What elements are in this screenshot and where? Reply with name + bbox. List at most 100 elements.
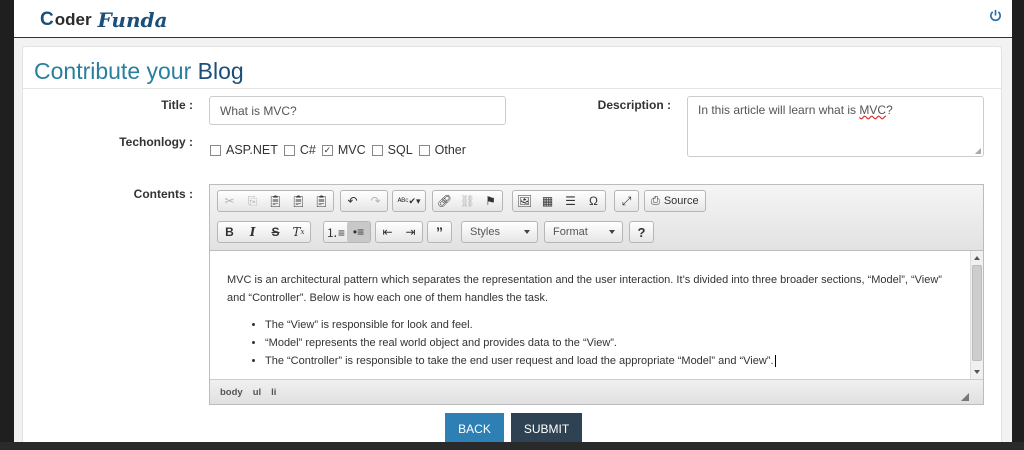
content-area: Contribute your Blog Title : Description… bbox=[14, 38, 1012, 446]
editor-toolbar: ✂ ⎘ 📋︎ 📋︎ 📋︎ ↶ ↷ ᴬᴮᶜ✔▾ 🔗︎ ⛓ ⚑ 🖼︎ ▦ ☰ Ω ⤢… bbox=[210, 185, 983, 251]
help-button[interactable]: ? bbox=[629, 221, 654, 243]
editor-paragraph: MVC is an architectural pattern which se… bbox=[227, 274, 942, 304]
source-button[interactable]: ⎙ Source bbox=[644, 190, 706, 212]
page-title-tail: Blog bbox=[197, 58, 244, 84]
tech-label-mvc: MVC bbox=[337, 143, 366, 157]
window-left-edge bbox=[0, 0, 14, 450]
clipboard-group: ✂ ⎘ 📋︎ 📋︎ 📋︎ bbox=[217, 190, 334, 212]
format-dropdown[interactable]: Format bbox=[544, 221, 623, 243]
brand-logo[interactable]: C oder Funda bbox=[40, 8, 167, 32]
indent-icon[interactable]: ⇥ bbox=[399, 222, 422, 242]
basic-styles-group: B I S Tx bbox=[217, 221, 311, 243]
list-item: The “Controller” is responsible to take … bbox=[265, 352, 953, 370]
spellcheck-group: ᴬᴮᶜ✔▾ bbox=[392, 190, 426, 212]
anchor-icon[interactable]: ⚑ bbox=[479, 191, 502, 211]
checkbox-other[interactable] bbox=[418, 144, 430, 156]
title-field[interactable] bbox=[209, 96, 506, 125]
back-button[interactable]: BACK bbox=[445, 413, 504, 444]
path-li[interactable]: li bbox=[271, 387, 276, 398]
list-item: “Model” represents the real world object… bbox=[265, 334, 953, 352]
tech-label-sql: SQL bbox=[387, 143, 413, 157]
horizontal-line-icon[interactable]: ☰ bbox=[559, 191, 582, 211]
description-text-prefix: In this article will learn what is bbox=[698, 103, 860, 117]
checkbox-sql[interactable] bbox=[371, 144, 383, 156]
contents-label: Contents : bbox=[133, 187, 193, 201]
scroll-down-icon[interactable] bbox=[974, 370, 980, 374]
description-text-suffix: ? bbox=[886, 103, 893, 117]
quote-group: ” bbox=[427, 221, 452, 243]
spellcheck-icon[interactable]: ᴬᴮᶜ✔▾ bbox=[393, 191, 425, 211]
path-body[interactable]: body bbox=[220, 387, 243, 398]
table-icon[interactable]: ▦ bbox=[536, 191, 559, 211]
page-title-main: Contribute your bbox=[34, 58, 192, 84]
list-item: The “View” is responsible for look and f… bbox=[265, 316, 953, 334]
remove-format-icon[interactable]: Tx bbox=[287, 222, 310, 242]
format-label: Format bbox=[553, 226, 588, 238]
editor-content[interactable]: MVC is an architectural pattern which se… bbox=[210, 251, 970, 379]
copy-icon[interactable]: ⎘ bbox=[241, 191, 264, 211]
maximize-icon[interactable]: ⤢ bbox=[615, 191, 638, 211]
description-text-word: MVC bbox=[859, 103, 887, 117]
title-divider bbox=[23, 88, 1001, 89]
chevron-down-icon bbox=[524, 230, 530, 234]
paste-icon[interactable]: 📋︎ bbox=[264, 191, 287, 211]
tech-option-mvc[interactable]: ✓ MVC bbox=[321, 143, 368, 157]
window-right-edge bbox=[1012, 0, 1024, 450]
undo-icon[interactable]: ↶ bbox=[341, 191, 364, 211]
window-bottom-edge bbox=[0, 442, 1024, 450]
link-icon[interactable]: 🔗︎ bbox=[433, 191, 456, 211]
unlink-icon[interactable]: ⛓ bbox=[456, 191, 479, 211]
editor-scrollbar[interactable] bbox=[970, 251, 983, 379]
page-title: Contribute your Blog bbox=[34, 58, 244, 85]
bold-icon[interactable]: B bbox=[218, 222, 241, 242]
source-label: Source bbox=[663, 195, 699, 207]
scroll-up-icon[interactable] bbox=[974, 256, 980, 260]
checkbox-csharp[interactable] bbox=[283, 144, 295, 156]
description-label: Description : bbox=[597, 98, 671, 112]
italic-icon[interactable]: I bbox=[241, 222, 264, 242]
tech-option-aspnet[interactable]: ASP.NET bbox=[210, 143, 280, 157]
tech-option-sql[interactable]: SQL bbox=[371, 143, 415, 157]
indent-group: ⇤ ⇥ bbox=[375, 221, 423, 243]
bulleted-list-icon[interactable]: •≡ bbox=[347, 222, 370, 242]
top-navbar: C oder Funda bbox=[14, 0, 1012, 38]
editor-resize-icon[interactable] bbox=[961, 393, 969, 401]
power-icon[interactable] bbox=[986, 6, 1004, 24]
outdent-icon[interactable]: ⇤ bbox=[376, 222, 399, 242]
numbered-list-icon[interactable]: ⒈≡ bbox=[324, 222, 347, 242]
paste-text-icon[interactable]: 📋︎ bbox=[287, 191, 310, 211]
styles-dropdown[interactable]: Styles bbox=[461, 221, 538, 243]
title-label: Title : bbox=[161, 98, 193, 112]
cut-icon[interactable]: ✂ bbox=[218, 191, 241, 211]
redo-icon[interactable]: ↷ bbox=[364, 191, 387, 211]
strikethrough-icon[interactable]: S bbox=[264, 222, 287, 242]
editor-bullet-list: The “View” is responsible for look and f… bbox=[227, 316, 953, 370]
styles-label: Styles bbox=[470, 226, 500, 238]
source-icon: ⎙ bbox=[651, 194, 660, 207]
resize-handle-icon[interactable]: ◢ bbox=[975, 146, 981, 155]
logo-c: C bbox=[40, 9, 54, 30]
path-ul[interactable]: ul bbox=[253, 387, 261, 398]
maximize-group: ⤢ bbox=[614, 190, 639, 212]
chevron-down-icon bbox=[609, 230, 615, 234]
technology-options: ASP.NET C# ✓ MVC SQL Other bbox=[210, 143, 472, 157]
blockquote-icon[interactable]: ” bbox=[428, 222, 451, 242]
tech-label-other: Other bbox=[434, 143, 466, 157]
list-group: ⒈≡ •≡ bbox=[323, 221, 371, 243]
checkbox-mvc[interactable]: ✓ bbox=[321, 144, 333, 156]
description-field[interactable]: In this article will learn what is MVC? … bbox=[687, 96, 984, 157]
image-icon[interactable]: 🖼︎ bbox=[513, 191, 536, 211]
paste-word-icon[interactable]: 📋︎ bbox=[310, 191, 333, 211]
rich-text-editor: ✂ ⎘ 📋︎ 📋︎ 📋︎ ↶ ↷ ᴬᴮᶜ✔▾ 🔗︎ ⛓ ⚑ 🖼︎ ▦ ☰ Ω ⤢… bbox=[209, 184, 984, 405]
insert-group: 🖼︎ ▦ ☰ Ω bbox=[512, 190, 606, 212]
logo-funda: Funda bbox=[97, 8, 168, 32]
special-char-icon[interactable]: Ω bbox=[582, 191, 605, 211]
tech-option-other[interactable]: Other bbox=[418, 143, 468, 157]
link-group: 🔗︎ ⛓ ⚑ bbox=[432, 190, 503, 212]
logo-oder: oder bbox=[54, 10, 92, 29]
tech-option-csharp[interactable]: C# bbox=[283, 143, 318, 157]
checkbox-aspnet[interactable] bbox=[210, 144, 221, 156]
submit-button[interactable]: SUBMIT bbox=[511, 413, 582, 444]
scroll-thumb[interactable] bbox=[972, 265, 982, 361]
tech-label-aspnet: ASP.NET bbox=[226, 143, 278, 157]
